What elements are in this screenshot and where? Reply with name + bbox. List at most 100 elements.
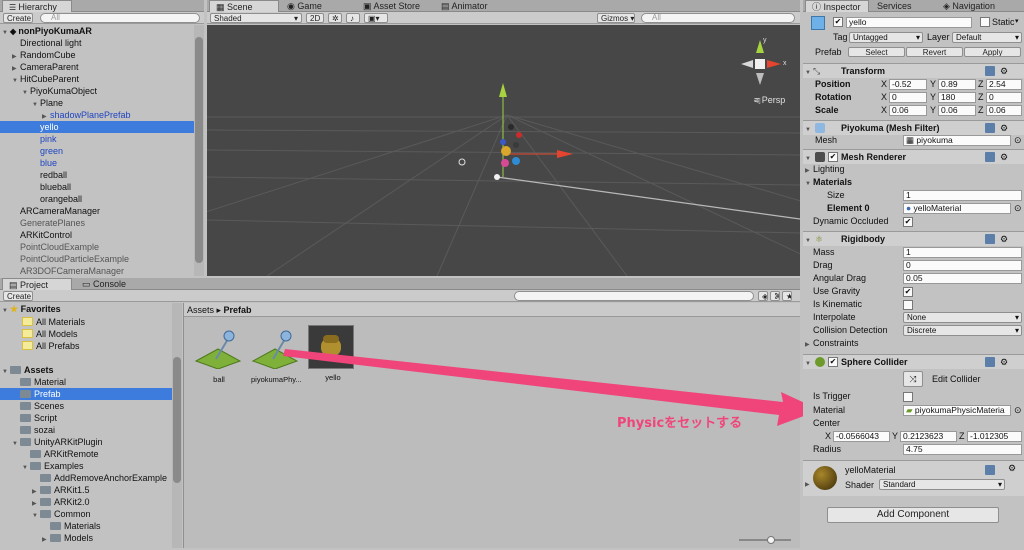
edit-collider-button[interactable]: ⤨: [903, 371, 923, 387]
shader-dropdown[interactable]: Standard ▾: [879, 479, 1005, 490]
settings-gear-icon[interactable]: ⚙: [1000, 355, 1008, 370]
folder-tree-item[interactable]: ▼ UnityARKitPlugin: [0, 436, 182, 448]
element-0-field[interactable]: ● yelloMaterial: [903, 203, 1011, 214]
is-kinematic-checkbox[interactable]: [903, 300, 913, 310]
hierarchy-item[interactable]: PointCloudExample: [0, 241, 204, 253]
hierarchy-search-input[interactable]: All: [40, 13, 200, 23]
tab-game[interactable]: ◉ Game: [281, 0, 351, 12]
hierarchy-item[interactable]: ARCameraManager: [0, 205, 204, 217]
folder-tree-item[interactable]: ▶ ARKit2.0: [0, 496, 182, 508]
transform-header[interactable]: ▼ ⤡ Transform ⚙: [803, 63, 1024, 78]
hierarchy-item[interactable]: pink: [0, 133, 204, 145]
filter-label-icon[interactable]: ⌘: [770, 291, 780, 301]
rotation-x-field[interactable]: 0: [889, 92, 927, 103]
zoom-slider[interactable]: [739, 536, 791, 544]
tab-services[interactable]: Services: [871, 0, 937, 12]
object-picker-icon[interactable]: ⊙: [1014, 202, 1022, 215]
scale-z-field[interactable]: 0.06: [986, 105, 1022, 116]
is-trigger-checkbox[interactable]: [903, 392, 913, 402]
tab-navigation[interactable]: ◈ Navigation: [937, 0, 1017, 12]
folder-tree-item[interactable]: ▼ Common: [0, 508, 182, 520]
scale-y-field[interactable]: 0.06: [938, 105, 976, 116]
favorites-item[interactable]: All Models: [0, 328, 182, 340]
scrollbar-thumb[interactable]: [195, 37, 203, 263]
folder-tree-item[interactable]: ARKitRemote: [0, 448, 182, 460]
settings-gear-icon[interactable]: ⚙: [1008, 463, 1016, 474]
active-checkbox[interactable]: ✔: [833, 17, 843, 27]
position-y-field[interactable]: 0.89: [938, 79, 976, 90]
help-book-icon[interactable]: [985, 465, 995, 475]
folder-tree-item[interactable]: AddRemoveAnchorExample: [0, 472, 182, 484]
sphere-collider-header[interactable]: ▼ ✔ Sphere Collider ⚙: [803, 354, 1024, 369]
scene-viewport[interactable]: ◁ y x ≡ Persp: [207, 25, 800, 276]
object-picker-icon[interactable]: ⊙: [1014, 404, 1022, 417]
folder-tree-item[interactable]: Scenes: [0, 400, 182, 412]
help-book-icon[interactable]: [985, 152, 995, 162]
hierarchy-scrollbar[interactable]: [194, 25, 204, 276]
shading-dropdown[interactable]: Shaded ▾: [210, 13, 302, 23]
scale-x-field[interactable]: 0.06: [889, 105, 927, 116]
hierarchy-item[interactable]: ▶ shadowPlanePrefab: [0, 109, 204, 121]
hierarchy-item[interactable]: blue: [0, 157, 204, 169]
hierarchy-item[interactable]: ▼ Plane: [0, 97, 204, 109]
breadcrumb-prefab[interactable]: Prefab: [224, 305, 252, 315]
settings-gear-icon[interactable]: ⚙: [1000, 232, 1008, 247]
tab-animator[interactable]: ▤ Animator: [435, 0, 515, 12]
asset-tile[interactable]: yello: [308, 325, 358, 387]
lighting-toggle-icon[interactable]: ✲: [328, 13, 342, 23]
project-tree-scrollbar[interactable]: [172, 303, 182, 548]
angular-drag-field[interactable]: 0.05: [903, 273, 1022, 284]
tab-asset-store[interactable]: ▣ Asset Store: [357, 0, 437, 12]
folder-tree-item[interactable]: ▼ Assets: [0, 364, 182, 376]
object-name-field[interactable]: yello: [846, 17, 972, 28]
scene-search-input[interactable]: All: [641, 13, 795, 23]
rotation-y-field[interactable]: 180: [938, 92, 976, 103]
folder-tree-item[interactable]: Materials: [0, 520, 182, 532]
position-z-field[interactable]: 2.54: [986, 79, 1022, 90]
materials-size-field[interactable]: 1: [903, 190, 1022, 201]
hierarchy-item[interactable]: Directional light: [0, 37, 204, 49]
asset-tile[interactable]: piyokumaPhy...: [251, 325, 302, 387]
folder-tree-item[interactable]: ▶ Models: [0, 532, 182, 544]
mesh-renderer-enabled-checkbox[interactable]: ✔: [828, 152, 838, 162]
constraints-foldout[interactable]: ▶ Constraints: [803, 337, 1024, 350]
gizmos-dropdown[interactable]: Gizmos ▾: [597, 13, 635, 23]
object-picker-icon[interactable]: ⊙: [1014, 134, 1022, 147]
expand-triangle-icon[interactable]: ▶: [42, 534, 50, 546]
y-axis-arrow-icon[interactable]: [499, 83, 507, 97]
scrollbar-thumb[interactable]: [173, 357, 181, 483]
favorite-star-icon[interactable]: ★: [782, 291, 792, 301]
tab-console[interactable]: ▭ Console: [76, 278, 146, 290]
help-book-icon[interactable]: [985, 66, 995, 76]
folder-tree-item[interactable]: Material: [0, 376, 182, 388]
mode-2d-button[interactable]: 2D: [306, 13, 324, 23]
zoom-slider-handle[interactable]: [767, 536, 775, 544]
folder-tree-item[interactable]: Prefab: [0, 388, 182, 400]
project-create-button[interactable]: Create ▾: [3, 291, 33, 301]
hierarchy-item[interactable]: green: [0, 145, 204, 157]
scene-orientation-gizmo-icon[interactable]: y x: [741, 37, 787, 85]
prefab-revert-button[interactable]: Revert: [906, 47, 963, 57]
collider-material-field[interactable]: ▰ piyokumaPhysicMateria: [903, 405, 1011, 416]
scene-root[interactable]: ▼ ◆ nonPiyoKumaAR: [0, 25, 204, 37]
radius-field[interactable]: 4.75: [903, 444, 1022, 455]
persp-label[interactable]: ≡ Persp: [754, 95, 785, 105]
effects-dropdown-icon[interactable]: ▣▾: [364, 13, 388, 23]
position-x-field[interactable]: -0.52: [889, 79, 927, 90]
hierarchy-item[interactable]: ▶ CameraParent: [0, 61, 204, 73]
favorites-item[interactable]: All Prefabs: [0, 340, 182, 352]
hierarchy-item[interactable]: blueball: [0, 181, 204, 193]
dynamic-occluded-checkbox[interactable]: ✔: [903, 217, 913, 227]
help-book-icon[interactable]: [985, 357, 995, 367]
tab-inspector[interactable]: ⓘ Inspector: [805, 0, 869, 12]
breadcrumb-assets[interactable]: Assets: [187, 305, 214, 315]
prefab-select-button[interactable]: Select: [848, 47, 905, 57]
settings-gear-icon[interactable]: ⚙: [1000, 64, 1008, 79]
rigidbody-header[interactable]: ▼ ⚛ Rigidbody ⚙: [803, 231, 1024, 246]
hierarchy-item[interactable]: ARKitControl: [0, 229, 204, 241]
folder-tree-item[interactable]: ▼ Examples: [0, 460, 182, 472]
lighting-foldout[interactable]: ▶ Lighting: [803, 163, 1024, 176]
interpolate-dropdown[interactable]: None ▾: [903, 312, 1022, 323]
sphere-collider-enabled-checkbox[interactable]: ✔: [828, 357, 838, 367]
hierarchy-item[interactable]: redball: [0, 169, 204, 181]
